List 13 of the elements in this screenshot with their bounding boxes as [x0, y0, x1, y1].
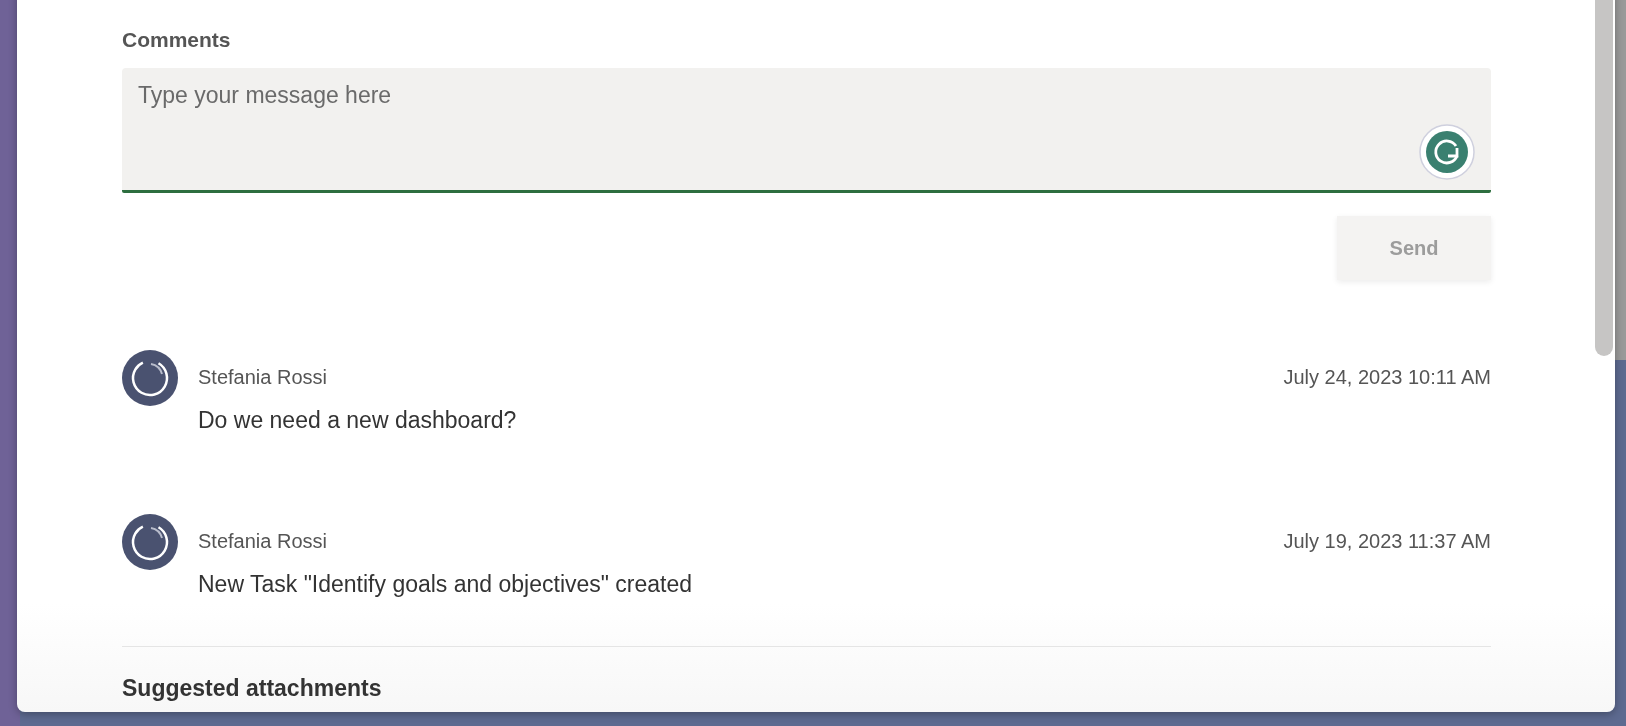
section-heading: Suggested attachments — [122, 675, 383, 702]
avatar-icon — [122, 514, 178, 570]
comment-text: New Task "Identify goals and objectives" created — [198, 571, 694, 598]
comment-timestamp: July 19, 2023 11:37 AM — [1283, 530, 1491, 553]
comment-author: Stefania Rossi — [198, 530, 327, 553]
comment-author: Stefania Rossi — [198, 366, 327, 389]
comment-text: Do we need a new dashboard? — [198, 407, 518, 434]
scrollbar-thumb[interactable] — [1595, 0, 1613, 356]
comment-timestamp: July 24, 2023 10:11 AM — [1283, 366, 1491, 389]
message-field[interactable]: Type your message here — [122, 68, 1491, 193]
grammar-assistant-icon[interactable] — [1419, 124, 1475, 180]
comments-label: Comments — [122, 28, 232, 52]
avatar-icon — [122, 350, 178, 406]
